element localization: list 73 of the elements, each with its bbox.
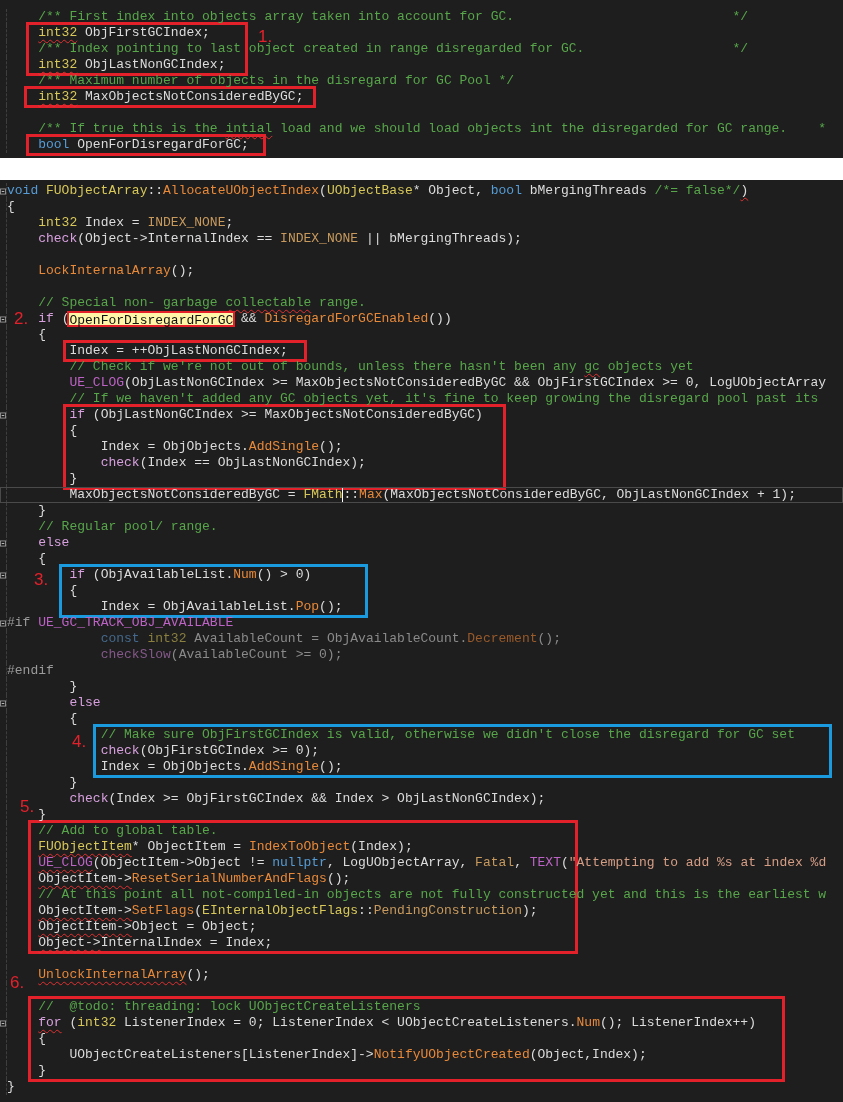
code-line: Object->InternalIndex = Index; [38, 935, 273, 951]
step-number: 2. [14, 309, 29, 329]
code-line: checkSlow(AvailableCount >= 0); [100, 647, 343, 663]
code-line: UE_CLOG(ObjLastNonGCIndex >= MaxObjectsNotConsideredByGC && ObjFirstGCIndex >= 0, LogUObjectArray [69, 375, 827, 391]
code-line: } [38, 503, 47, 519]
code-line: /** Maximum number of objects in the disregard for GC Pool */ [38, 73, 515, 89]
code-line: UObjectCreateListeners[ListenerIndex]->NotifyUObjectCreated(Object,Index); [69, 1047, 647, 1063]
code-line: // Special non- garbage collectable range. [38, 295, 366, 311]
code-line: // Make sure ObjFirstGCIndex is valid, otherwise we didn't close the disregard for GC set [100, 727, 795, 743]
code-line: ObjectItem->ResetSerialNumberAndFlags(); [38, 871, 351, 887]
code-line: check(Object->InternalIndex == INDEX_NONE || bMergingThreads); [38, 231, 522, 247]
code-line: /** If true this is the intial load and we should load objects int the disregarded for GC range. * [38, 121, 827, 137]
collapse-icon[interactable] [0, 315, 6, 323]
code-line: } [69, 679, 78, 695]
collapse-icon[interactable] [0, 1019, 6, 1027]
code-line: #if UE_GC_TRACK_OBJ_AVAILABLE [7, 615, 234, 631]
code-line: else [38, 535, 70, 551]
code-line: int32 MaxObjectsNotConsideredByGC; [38, 89, 304, 105]
code-line: } [38, 807, 47, 823]
step-number: 3. [34, 570, 49, 590]
code-line: // Check if we're not out of bounds, unless there hasn't been any gc objects yet [69, 359, 694, 375]
collapse-icon[interactable] [0, 571, 6, 579]
collapse-icon[interactable] [0, 619, 6, 627]
code-line: { [69, 423, 78, 439]
code-line: const int32 AvailableCount = ObjAvailableCount.Decrement(); [100, 631, 561, 647]
code-line: } [7, 1079, 15, 1095]
collapse-icon[interactable] [0, 187, 6, 195]
code-line: Index = ObjAvailableList.Pop(); [100, 599, 343, 615]
code-line: void FUObjectArray::AllocateUObjectIndex(UObjectBase* Object, bool bMergingThreads /*= false*/) [7, 183, 749, 199]
code-line: } [69, 471, 78, 487]
code-line: Index = ++ObjLastNonGCIndex; [69, 343, 288, 359]
step-number: 6. [10, 973, 25, 993]
code-line: check(Index == ObjLastNonGCIndex); [100, 455, 366, 471]
code-line: // @todo: threading: lock UObjectCreateListeners [38, 999, 421, 1015]
step-number: 4. [72, 732, 87, 752]
code-line: if (ObjAvailableList.Num() > 0) [69, 567, 312, 583]
code-line: ObjectItem->Object = Object; [38, 919, 257, 935]
code-line: int32 ObjLastNonGCIndex; [38, 57, 226, 73]
code-line: { [38, 551, 47, 567]
code-line: if (ObjLastNonGCIndex >= MaxObjectsNotConsideredByGC) [69, 407, 483, 423]
code-line: #endif [7, 663, 54, 679]
code-line: check(ObjFirstGCIndex >= 0); [100, 743, 320, 759]
code-line: // Add to global table. [38, 823, 218, 839]
collapse-icon[interactable] [0, 539, 6, 547]
code-line: LockInternalArray(); [38, 263, 195, 279]
code-line: { [38, 327, 47, 343]
code-line: { [69, 583, 78, 599]
code-line: int32 Index = INDEX_NONE; [38, 215, 234, 231]
code-line: /** First index into objects array taken into account for GC. */ [38, 9, 749, 25]
code-line: { [38, 1031, 47, 1047]
code-line: FUObjectItem* ObjectItem = IndexToObject(Index); [38, 839, 413, 855]
step-number: 5. [20, 797, 35, 817]
code-line: ObjectItem->SetFlags(EInternalObjectFlags::PendingConstruction); [38, 903, 538, 919]
code-line: } [38, 1063, 47, 1079]
code-line: int32 ObjFirstGCIndex; [38, 25, 210, 41]
collapse-icon[interactable] [0, 699, 6, 707]
highlighted-identifier: OpenForDisregardForGC [67, 311, 236, 327]
code-line: bool OpenForDisregardForGC; [38, 137, 249, 153]
code-line: // Regular pool/ range. [38, 519, 218, 535]
code-line: Index = ObjObjects.AddSingle(); [100, 759, 343, 775]
code-line: } [69, 775, 78, 791]
code-line: // If we haven't added any GC objects yet, it's fine to keep growing the disregard pool past its [69, 391, 819, 407]
code-text: && DisregardForGCEnabled()) [240, 311, 452, 327]
code-line: check(Index >= ObjFirstGCIndex && Index > ObjLastNonGCIndex); [69, 791, 546, 807]
collapse-icon[interactable] [0, 411, 6, 419]
code-line: Index = ObjObjects.AddSingle(); [100, 439, 343, 455]
code-line: else [69, 695, 101, 711]
code-text: if ( [38, 311, 70, 327]
code-line: MaxObjectsNotConsideredByGC = FMath::Max(MaxObjectsNotConsideredByGC, ObjLastNonGCIndex + 1); [69, 487, 796, 503]
code-line: for (int32 ListenerIndex = 0; ListenerIndex < UObjectCreateListeners.Num(); ListenerIndex++) [38, 1015, 756, 1031]
code-line: { [7, 199, 15, 215]
code-line: UnlockInternalArray(); [38, 967, 210, 983]
code-line: { [69, 711, 78, 727]
